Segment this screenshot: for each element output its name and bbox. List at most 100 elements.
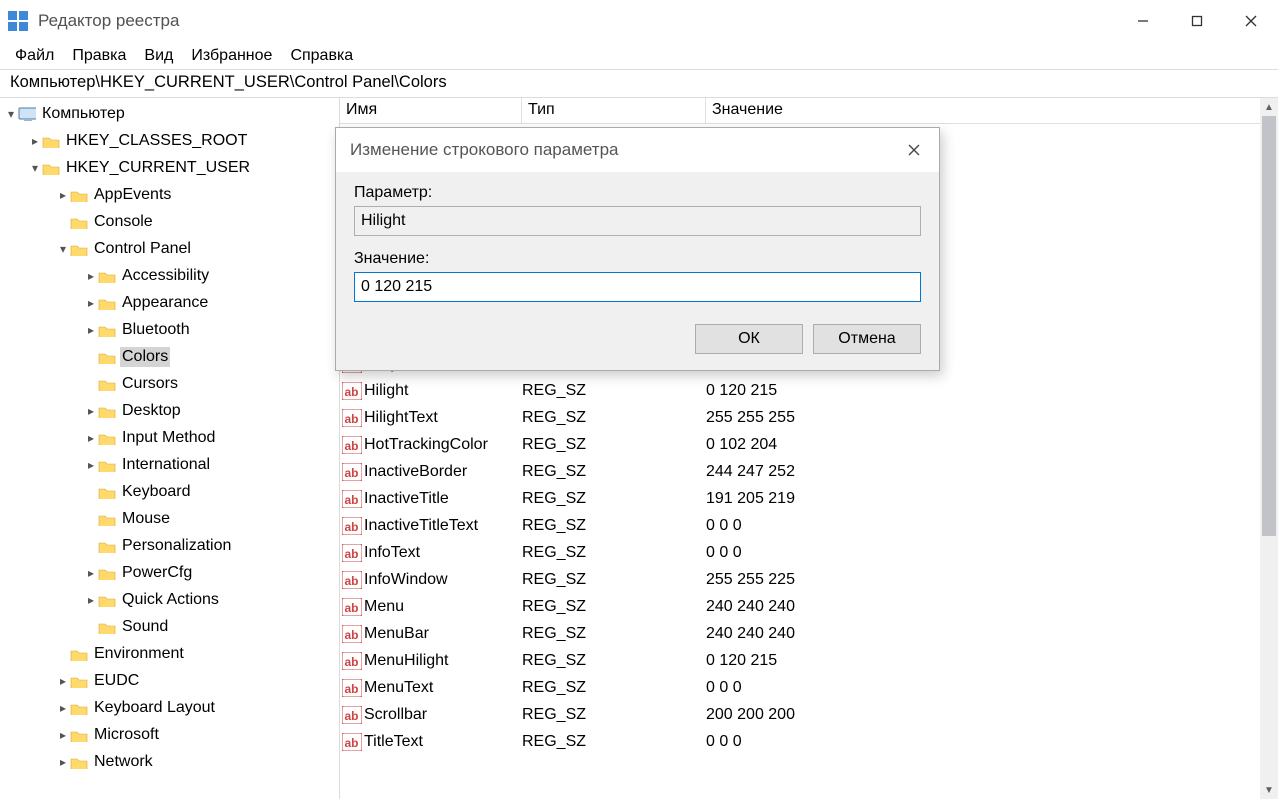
chevron-right-icon[interactable]: ▸ <box>84 404 98 418</box>
regsz-icon <box>342 652 362 670</box>
value-row[interactable]: TitleTextREG_SZ0 0 0 <box>340 728 1260 755</box>
tree-kbdlayout[interactable]: ▸Keyboard Layout <box>0 694 339 721</box>
column-type[interactable]: Тип <box>522 98 706 123</box>
tree-cp-intl[interactable]: ▸International <box>0 451 339 478</box>
maximize-button[interactable] <box>1170 0 1224 42</box>
tree-control-panel[interactable]: ▾ Control Panel <box>0 235 339 262</box>
regsz-icon <box>342 409 362 427</box>
tree-appevents[interactable]: ▸ AppEvents <box>0 181 339 208</box>
value-row[interactable]: InactiveBorderREG_SZ244 247 252 <box>340 458 1260 485</box>
vertical-scrollbar[interactable]: ▲ ▼ <box>1260 98 1278 799</box>
chevron-right-icon[interactable]: ▸ <box>56 188 70 202</box>
value-type: REG_SZ <box>522 544 706 562</box>
folder-icon <box>98 511 116 527</box>
value-type: REG_SZ <box>522 571 706 589</box>
chevron-right-icon[interactable]: ▸ <box>28 134 42 148</box>
tree-hkcr[interactable]: ▸ HKEY_CLASSES_ROOT <box>0 127 339 154</box>
tree-cp-powercfg[interactable]: ▸PowerCfg <box>0 559 339 586</box>
close-button[interactable] <box>1224 0 1278 42</box>
value-row[interactable]: MenuREG_SZ240 240 240 <box>340 593 1260 620</box>
folder-icon <box>70 754 88 770</box>
scrollbar-thumb[interactable] <box>1262 116 1276 536</box>
chevron-right-icon[interactable]: ▸ <box>84 566 98 580</box>
chevron-right-icon[interactable]: ▸ <box>84 269 98 283</box>
tree-cp-desktop[interactable]: ▸Desktop <box>0 397 339 424</box>
tree-cp-keyboard[interactable]: ▸Keyboard <box>0 478 339 505</box>
tree-cp-appearance[interactable]: ▸Appearance <box>0 289 339 316</box>
tree-network[interactable]: ▸Network <box>0 748 339 775</box>
value-data: 200 200 200 <box>706 706 1260 724</box>
value-row[interactable]: HilightTextREG_SZ255 255 255 <box>340 404 1260 431</box>
tree-eudc[interactable]: ▸EUDC <box>0 667 339 694</box>
dialog-close-button[interactable] <box>889 128 939 172</box>
menu-edit[interactable]: Правка <box>63 45 135 67</box>
folder-icon <box>98 592 116 608</box>
chevron-right-icon[interactable]: ▸ <box>84 458 98 472</box>
tree-cp-personalization[interactable]: ▸Personalization <box>0 532 339 559</box>
chevron-right-icon[interactable]: ▸ <box>56 755 70 769</box>
menu-view[interactable]: Вид <box>135 45 182 67</box>
tree-cp-mouse[interactable]: ▸Mouse <box>0 505 339 532</box>
column-value[interactable]: Значение <box>706 98 1278 123</box>
folder-icon <box>98 322 116 338</box>
folder-icon <box>98 403 116 419</box>
tree-environment[interactable]: ▸Environment <box>0 640 339 667</box>
value-row[interactable]: MenuBarREG_SZ240 240 240 <box>340 620 1260 647</box>
chevron-right-icon[interactable]: ▸ <box>84 593 98 607</box>
scroll-up-icon[interactable]: ▲ <box>1260 98 1278 116</box>
value-field[interactable] <box>354 272 921 302</box>
value-row[interactable]: HotTrackingColorREG_SZ0 102 204 <box>340 431 1260 458</box>
value-row[interactable]: InfoTextREG_SZ0 0 0 <box>340 539 1260 566</box>
tree-computer[interactable]: ▾ Компьютер <box>0 100 339 127</box>
value-type: REG_SZ <box>522 463 706 481</box>
folder-icon <box>70 241 88 257</box>
tree-cp-input[interactable]: ▸Input Method <box>0 424 339 451</box>
regsz-icon <box>342 382 362 400</box>
tree-microsoft[interactable]: ▸Microsoft <box>0 721 339 748</box>
value-name: Scrollbar <box>364 706 522 724</box>
tree-console[interactable]: ▸ Console <box>0 208 339 235</box>
tree-cp-sound[interactable]: ▸Sound <box>0 613 339 640</box>
value-row[interactable]: MenuHilightREG_SZ0 120 215 <box>340 647 1260 674</box>
scroll-down-icon[interactable]: ▼ <box>1260 781 1278 799</box>
folder-icon <box>70 214 88 230</box>
value-data: 0 0 0 <box>706 544 1260 562</box>
folder-icon <box>98 430 116 446</box>
tree-cp-accessibility[interactable]: ▸Accessibility <box>0 262 339 289</box>
value-row[interactable]: InactiveTitleTextREG_SZ0 0 0 <box>340 512 1260 539</box>
menu-file[interactable]: Файл <box>6 45 63 67</box>
regsz-icon <box>342 733 362 751</box>
value-row[interactable]: ScrollbarREG_SZ200 200 200 <box>340 701 1260 728</box>
value-name: Menu <box>364 598 522 616</box>
menu-help[interactable]: Справка <box>281 45 362 67</box>
address-bar[interactable]: Компьютер\HKEY_CURRENT_USER\Control Pane… <box>0 69 1278 98</box>
folder-icon <box>70 646 88 662</box>
value-row[interactable]: InfoWindowREG_SZ255 255 225 <box>340 566 1260 593</box>
minimize-button[interactable] <box>1116 0 1170 42</box>
tree-cp-quick[interactable]: ▸Quick Actions <box>0 586 339 613</box>
value-name: InactiveBorder <box>364 463 522 481</box>
value-row[interactable]: HilightREG_SZ0 120 215 <box>340 377 1260 404</box>
tree-cp-cursors[interactable]: ▸Cursors <box>0 370 339 397</box>
value-row[interactable]: MenuTextREG_SZ0 0 0 <box>340 674 1260 701</box>
chevron-right-icon[interactable]: ▸ <box>84 323 98 337</box>
chevron-right-icon[interactable]: ▸ <box>56 674 70 688</box>
chevron-right-icon[interactable]: ▸ <box>56 701 70 715</box>
cancel-button[interactable]: Отмена <box>813 324 921 354</box>
chevron-right-icon[interactable]: ▸ <box>56 728 70 742</box>
regsz-icon <box>342 679 362 697</box>
chevron-right-icon[interactable]: ▸ <box>84 431 98 445</box>
dialog-titlebar[interactable]: Изменение строкового параметра <box>336 128 939 172</box>
value-row[interactable]: InactiveTitleREG_SZ191 205 219 <box>340 485 1260 512</box>
chevron-down-icon[interactable]: ▾ <box>4 107 18 121</box>
tree-hkcu[interactable]: ▾ HKEY_CURRENT_USER <box>0 154 339 181</box>
chevron-down-icon[interactable]: ▾ <box>56 242 70 256</box>
tree-cp-bluetooth[interactable]: ▸Bluetooth <box>0 316 339 343</box>
chevron-down-icon[interactable]: ▾ <box>28 161 42 175</box>
tree-cp-colors[interactable]: ▸Colors <box>0 343 339 370</box>
menu-favorites[interactable]: Избранное <box>182 45 281 67</box>
column-name[interactable]: Имя <box>340 98 522 123</box>
ok-button[interactable]: ОК <box>695 324 803 354</box>
value-type: REG_SZ <box>522 679 706 697</box>
chevron-right-icon[interactable]: ▸ <box>84 296 98 310</box>
